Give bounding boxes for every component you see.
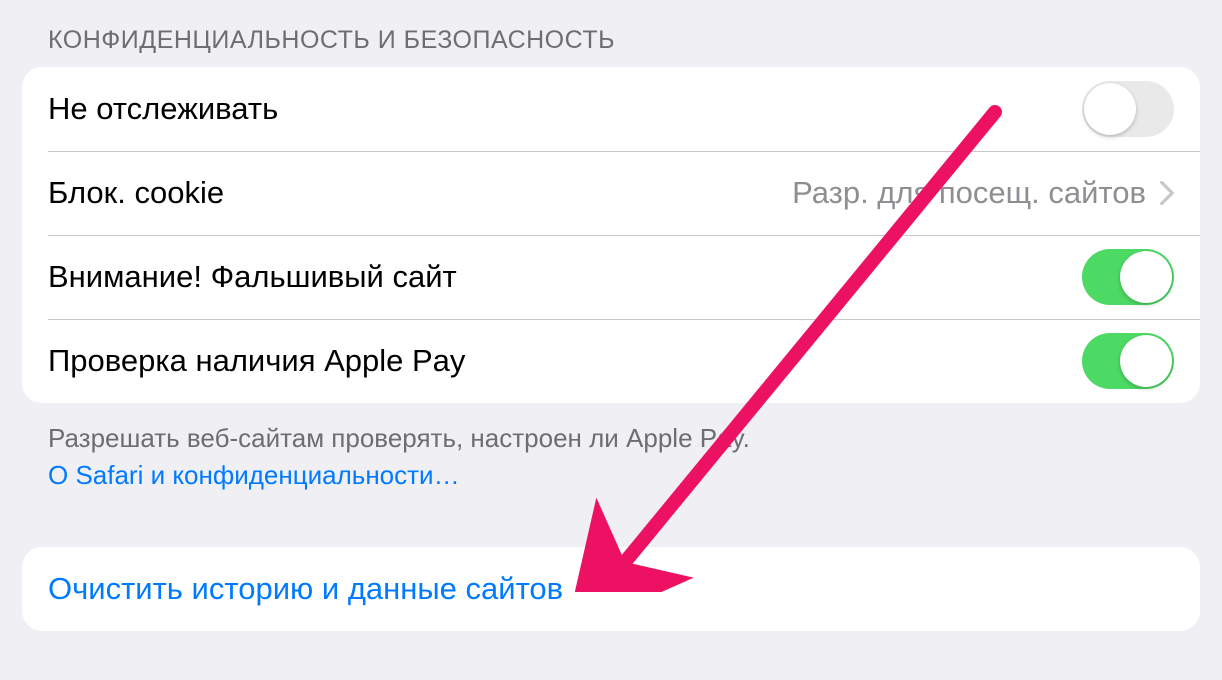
row-fraud-warning[interactable]: Внимание! Фальшивый сайт: [22, 235, 1200, 319]
toggle-knob: [1120, 251, 1172, 303]
clear-history-group: Очистить историю и данные сайтов: [22, 547, 1200, 631]
row-value: Разр. для посещ. сайтов: [792, 175, 1146, 211]
row-label: Блок. cookie: [48, 175, 792, 211]
clear-history-label: Очистить историю и данные сайтов: [48, 571, 563, 607]
toggle-knob: [1084, 83, 1136, 135]
privacy-group: Не отслеживать Блок. cookie Разр. для по…: [22, 67, 1200, 403]
row-label: Внимание! Фальшивый сайт: [48, 259, 1082, 295]
footer-text: Разрешать веб-сайтам проверять, настроен…: [48, 423, 750, 453]
section-header: КОНФИДЕНЦИАЛЬНОСТЬ И БЕЗОПАСНОСТЬ: [0, 0, 1222, 67]
toggle-apple-pay-check[interactable]: [1082, 333, 1174, 389]
section-footer: Разрешать веб-сайтам проверять, настроен…: [0, 403, 1222, 493]
row-block-cookie[interactable]: Блок. cookie Разр. для посещ. сайтов: [22, 151, 1200, 235]
row-clear-history[interactable]: Очистить историю и данные сайтов: [22, 547, 1200, 631]
toggle-do-not-track[interactable]: [1082, 81, 1174, 137]
chevron-right-icon: [1160, 181, 1174, 205]
toggle-knob: [1120, 335, 1172, 387]
row-do-not-track[interactable]: Не отслеживать: [22, 67, 1200, 151]
footer-link[interactable]: О Safari и конфиденциальности…: [48, 458, 1174, 493]
row-label: Проверка наличия Apple Pay: [48, 343, 1082, 379]
toggle-fraud-warning[interactable]: [1082, 249, 1174, 305]
row-label: Не отслеживать: [48, 91, 1082, 127]
row-apple-pay-check[interactable]: Проверка наличия Apple Pay: [22, 319, 1200, 403]
